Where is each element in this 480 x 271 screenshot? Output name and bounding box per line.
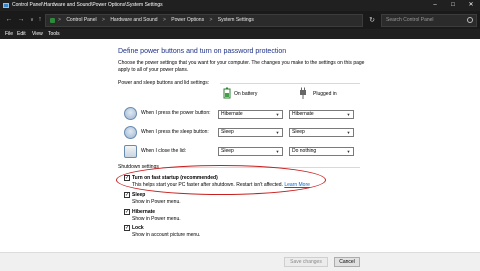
search-input[interactable]: Search Control Panel xyxy=(381,14,477,27)
sleep-button-battery-select[interactable]: Sleep ▼ xyxy=(218,128,283,137)
fast-startup-checkbox[interactable]: ✓ xyxy=(124,175,130,181)
sleep-label: Sleep xyxy=(132,192,146,198)
chevron-down-icon: ▼ xyxy=(275,112,280,117)
save-changes-button[interactable]: Save changes xyxy=(284,257,328,267)
menu-file[interactable]: File xyxy=(5,29,13,39)
close-icon[interactable]: ✕ xyxy=(462,0,480,11)
menu-tools[interactable]: Tools xyxy=(48,29,60,39)
control-panel-icon xyxy=(3,3,9,8)
chevron-down-icon: ▼ xyxy=(346,112,351,117)
breadcrumb-separator: > xyxy=(162,17,166,23)
hibernate-label: Hibernate xyxy=(132,209,156,215)
select-value: Do nothing xyxy=(292,148,317,154)
plug-icon xyxy=(300,87,306,99)
lock-option: ✓ Lock Show in account picture menu. xyxy=(124,225,264,239)
plugged-in-header: Plugged in xyxy=(313,91,337,97)
page-title: Define power buttons and turn on passwor… xyxy=(118,48,287,55)
chevron-down-icon: ▼ xyxy=(275,149,280,154)
power-button-icon xyxy=(124,107,137,120)
section-divider xyxy=(162,167,360,168)
sleep-description: Show in Power menu. xyxy=(132,199,181,205)
main-content: Define power buttons and turn on passwor… xyxy=(0,39,480,271)
laptop-lid-icon xyxy=(124,145,137,158)
breadcrumb: > Control Panel > Hardware and Sound > P… xyxy=(58,15,258,26)
learn-more-link[interactable]: Learn More xyxy=(284,182,310,188)
title-bar: Control Panel\Hardware and Sound\Power O… xyxy=(0,0,480,11)
breadcrumb-separator: > xyxy=(209,17,213,23)
window-title: Control Panel\Hardware and Sound\Power O… xyxy=(12,2,163,8)
select-value: Hibernate xyxy=(221,111,243,117)
breadcrumb-power-options[interactable]: Power Options xyxy=(171,17,204,23)
power-section-label: Power and sleep buttons and lid settings… xyxy=(118,80,210,86)
address-field[interactable]: > Control Panel > Hardware and Sound > P… xyxy=(45,14,406,27)
hibernate-checkbox[interactable]: ✓ xyxy=(124,209,130,215)
search-icon xyxy=(467,17,473,23)
chevron-down-icon: ▼ xyxy=(275,130,280,135)
select-value: Sleep xyxy=(292,129,305,135)
select-value: Hibernate xyxy=(292,111,314,117)
menu-edit[interactable]: Edit xyxy=(17,29,26,39)
search-placeholder: Search Control Panel xyxy=(386,17,434,23)
sleep-button-icon xyxy=(124,126,137,139)
address-bar: ← → ∨ ↑ > Control Panel > Hardware and S… xyxy=(0,11,480,29)
section-divider xyxy=(220,83,360,84)
fast-startup-option: ✓ Turn on fast startup (recommended) Thi… xyxy=(124,175,354,189)
maximize-icon[interactable]: □ xyxy=(444,0,462,11)
minimize-icon[interactable]: – xyxy=(426,0,444,11)
sleep-button-label: When I press the sleep button: xyxy=(141,129,209,135)
on-battery-header: On battery xyxy=(234,91,258,97)
control-panel-small-icon xyxy=(50,18,55,23)
refresh-icon[interactable]: ↻ xyxy=(366,14,378,27)
back-arrow-icon[interactable]: ← xyxy=(3,14,15,26)
power-button-battery-select[interactable]: Hibernate ▼ xyxy=(218,110,283,119)
chevron-down-icon: ▼ xyxy=(346,130,351,135)
chevron-down-icon: ▼ xyxy=(346,149,351,154)
power-button-label: When I press the power button: xyxy=(141,110,211,116)
fast-startup-label: Turn on fast startup (recommended) xyxy=(132,175,218,181)
breadcrumb-control-panel[interactable]: Control Panel xyxy=(66,17,96,23)
sleep-checkbox[interactable]: ✓ xyxy=(124,192,130,198)
breadcrumb-separator: > xyxy=(58,17,61,23)
menu-view[interactable]: View xyxy=(32,29,43,39)
sleep-button-plugged-select[interactable]: Sleep ▼ xyxy=(289,128,354,137)
hibernate-description: Show in Power menu. xyxy=(132,216,181,222)
shutdown-section-label: Shutdown settings xyxy=(118,164,159,170)
close-lid-battery-select[interactable]: Sleep ▼ xyxy=(218,147,283,156)
lock-label: Lock xyxy=(132,225,144,231)
breadcrumb-separator: > xyxy=(102,17,105,23)
lock-checkbox[interactable]: ✓ xyxy=(124,225,130,231)
hibernate-option: ✓ Hibernate Show in Power menu. xyxy=(124,209,244,223)
page-description: Choose the power settings that you want … xyxy=(118,60,365,73)
close-lid-label: When I close the lid: xyxy=(141,148,187,154)
breadcrumb-system-settings[interactable]: System Settings xyxy=(218,17,254,23)
select-value: Sleep xyxy=(221,148,234,154)
select-value: Sleep xyxy=(221,129,234,135)
fast-startup-description: This helps start your PC faster after sh… xyxy=(132,182,310,188)
battery-icon xyxy=(223,87,231,99)
fast-startup-desc-text: This helps start your PC faster after sh… xyxy=(132,182,283,188)
button-bar: Save changes Cancel xyxy=(0,252,480,271)
power-button-plugged-select[interactable]: Hibernate ▼ xyxy=(289,110,354,119)
close-lid-plugged-select[interactable]: Do nothing ▼ xyxy=(289,147,354,156)
breadcrumb-hardware-and-sound[interactable]: Hardware and Sound xyxy=(110,17,157,23)
lock-description: Show in account picture menu. xyxy=(132,232,201,238)
sleep-option: ✓ Sleep Show in Power menu. xyxy=(124,192,244,206)
cancel-button[interactable]: Cancel xyxy=(334,257,360,267)
menu-bar: File Edit View Tools xyxy=(0,29,480,39)
